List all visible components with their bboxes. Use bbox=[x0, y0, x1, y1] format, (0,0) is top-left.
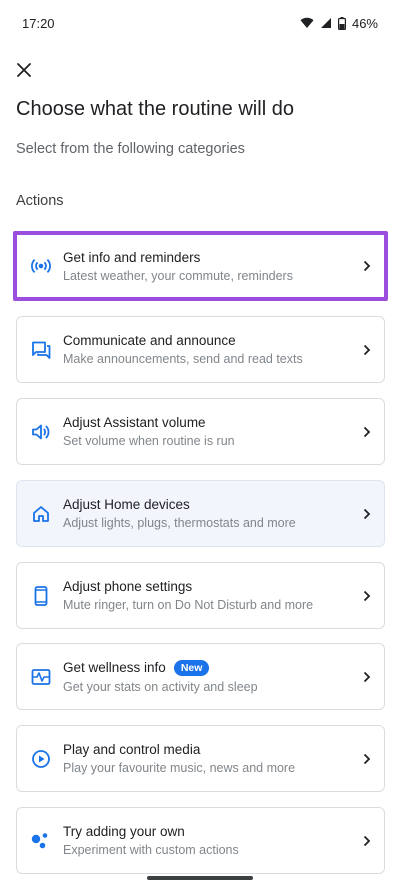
action-title: Adjust Home devices bbox=[63, 497, 190, 512]
status-bar: 17:20 46% bbox=[0, 0, 400, 46]
action-card-home-devices[interactable]: Adjust Home devices Adjust lights, plugs… bbox=[16, 480, 385, 547]
action-subtitle: Experiment with custom actions bbox=[63, 843, 239, 857]
action-card-phone-settings[interactable]: Adjust phone settings Mute ringer, turn … bbox=[16, 562, 385, 629]
chevron-right-icon bbox=[350, 753, 384, 765]
home-indicator[interactable] bbox=[147, 876, 253, 880]
battery-icon bbox=[337, 16, 346, 30]
play-icon bbox=[17, 726, 63, 791]
chevron-right-icon bbox=[350, 835, 384, 847]
action-title: Adjust Assistant volume bbox=[63, 415, 206, 430]
action-subtitle: Latest weather, your commute, reminders bbox=[63, 268, 293, 283]
chevron-right-icon bbox=[350, 260, 384, 272]
action-card-media[interactable]: Play and control media Play your favouri… bbox=[16, 725, 385, 792]
section-label-actions: Actions bbox=[16, 193, 64, 209]
action-card-wellness[interactable]: Get wellness info New Get your stats on … bbox=[16, 643, 385, 710]
volume-icon bbox=[17, 399, 63, 464]
chevron-right-icon bbox=[350, 590, 384, 602]
chevron-right-icon bbox=[350, 671, 384, 683]
chevron-right-icon bbox=[350, 344, 384, 356]
status-time: 17:20 bbox=[22, 15, 55, 31]
chevron-right-icon bbox=[350, 508, 384, 520]
action-card-communicate[interactable]: Communicate and announce Make announceme… bbox=[16, 316, 385, 383]
action-title: Get info and reminders bbox=[63, 249, 201, 265]
action-card-get-info[interactable]: Get info and reminders Latest weather, y… bbox=[13, 231, 388, 301]
page-subtitle: Select from the following categories bbox=[16, 141, 245, 157]
action-title: Try adding your own bbox=[63, 824, 185, 839]
chevron-right-icon bbox=[350, 426, 384, 438]
action-title: Get wellness info bbox=[63, 660, 166, 675]
broadcast-icon bbox=[17, 235, 63, 297]
signal-icon bbox=[320, 18, 331, 28]
wifi-icon bbox=[300, 17, 314, 28]
action-subtitle: Make announcements, send and read texts bbox=[63, 352, 303, 366]
action-subtitle: Play your favourite music, news and more bbox=[63, 761, 296, 775]
action-subtitle: Mute ringer, turn on Do Not Disturb and … bbox=[63, 598, 314, 612]
close-icon bbox=[17, 63, 31, 77]
wellness-icon bbox=[17, 644, 63, 709]
battery-percent: 46% bbox=[351, 15, 378, 31]
new-badge: New bbox=[173, 659, 210, 676]
action-card-volume[interactable]: Adjust Assistant volume Set volume when … bbox=[16, 398, 385, 465]
phone-icon bbox=[17, 563, 63, 628]
action-subtitle: Get your stats on activity and sleep bbox=[63, 679, 258, 694]
action-subtitle: Set volume when routine is run bbox=[63, 434, 235, 448]
action-card-custom[interactable]: Try adding your own Experiment with cust… bbox=[16, 807, 385, 874]
home-icon bbox=[17, 481, 63, 546]
action-title-row: Get wellness info New bbox=[63, 659, 350, 676]
action-title: Adjust phone settings bbox=[63, 579, 193, 594]
action-title: Play and control media bbox=[63, 742, 201, 757]
action-subtitle: Adjust lights, plugs, thermostats and mo… bbox=[63, 516, 296, 530]
assistant-dots-icon bbox=[17, 808, 63, 873]
close-button[interactable] bbox=[10, 56, 38, 84]
action-title: Communicate and announce bbox=[63, 333, 236, 348]
page-title: Choose what the routine will do bbox=[16, 98, 294, 120]
chat-icon bbox=[17, 317, 63, 382]
status-icons: 46% bbox=[300, 16, 378, 31]
